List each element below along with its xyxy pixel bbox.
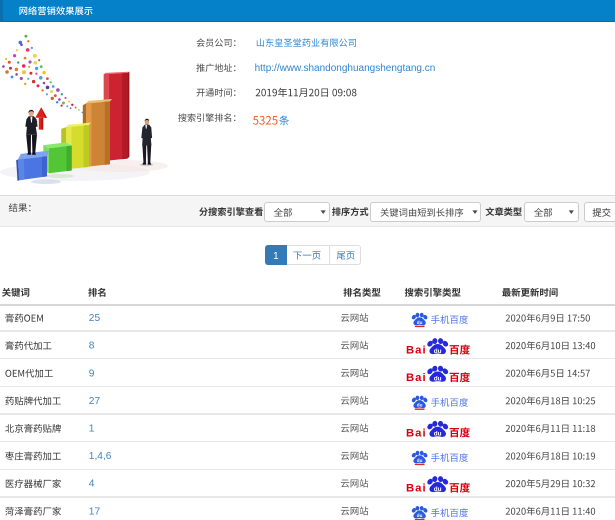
svg-text:du: du — [417, 320, 423, 325]
svg-text:du: du — [417, 458, 423, 463]
svg-text:4: 4 — [89, 479, 95, 490]
svg-text:du: du — [434, 431, 442, 438]
svg-text:http://www.shandonghuangshengt: http://www.shandonghuangshengtang.cn — [255, 63, 436, 74]
svg-text:du: du — [434, 486, 442, 493]
svg-text:1,4,6: 1,4,6 — [89, 451, 112, 462]
svg-text:1: 1 — [89, 424, 95, 435]
svg-text:Bai: Bai — [406, 483, 427, 495]
svg-text:Bai: Bai — [406, 372, 427, 384]
svg-text:du: du — [434, 375, 442, 382]
svg-text:8: 8 — [89, 341, 95, 352]
svg-text:27: 27 — [89, 396, 101, 407]
svg-text:9: 9 — [89, 368, 95, 379]
svg-text:17: 17 — [89, 506, 101, 517]
svg-text:Bai: Bai — [406, 427, 427, 439]
svg-text:du: du — [417, 403, 423, 408]
svg-text:Bai: Bai — [406, 345, 427, 357]
svg-text:du: du — [434, 348, 442, 355]
svg-text:du: du — [417, 513, 423, 518]
svg-text:25: 25 — [89, 313, 101, 324]
svg-text:1: 1 — [273, 251, 279, 262]
